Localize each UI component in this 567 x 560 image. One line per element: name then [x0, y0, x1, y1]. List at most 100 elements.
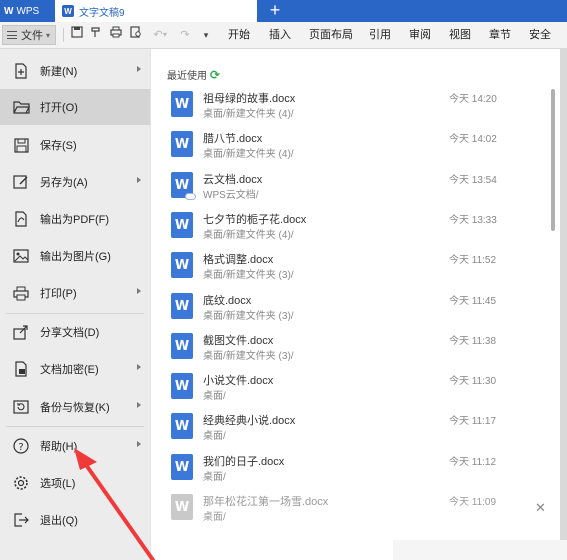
quick-toolbar: 文件 ▾ ↶ ▾ ↷ ▾ 开始 插入 页面布局 引用 审阅 视图 章节 安全 — [0, 22, 567, 49]
menu-item-options[interactable]: 选项(L) — [0, 465, 150, 501]
file-name: 七夕节的栀子花.docx — [203, 214, 307, 226]
export-pdf-icon — [12, 210, 30, 228]
file-path: 桌面/新建文件夹 (3)/ — [203, 311, 294, 322]
settings-icon — [12, 474, 30, 492]
close-icon[interactable]: ✕ — [535, 500, 546, 516]
file-modified-time: 今天 11:12 — [449, 457, 497, 468]
word-doc-icon: W — [62, 5, 74, 17]
file-modified-time: 今天 11:45 — [449, 296, 497, 307]
recent-file-row[interactable]: W 祖母绿的故事.docx 桌面/新建文件夹 (4)/ 今天 14:20 — [171, 89, 516, 129]
tab-security[interactable]: 安全 — [529, 22, 551, 49]
format-painter-icon[interactable] — [88, 26, 104, 44]
file-name: 那年松花江第一场雪.docx — [203, 496, 329, 508]
help-icon: ? — [12, 437, 30, 455]
tab-insert[interactable]: 插入 — [269, 22, 291, 49]
document-tab[interactable]: W 文字文稿9 — [55, 0, 257, 22]
chevron-right-icon — [137, 288, 141, 294]
word-doc-icon: W — [171, 172, 196, 200]
save-icon[interactable] — [69, 26, 85, 44]
customize-toolbar-icon[interactable]: ▾ — [198, 26, 214, 44]
print-icon[interactable] — [108, 26, 124, 44]
word-doc-icon: W — [171, 131, 193, 157]
recent-file-row[interactable]: W 那年松花江第一场雪.docx 桌面/今天 11:09 — [171, 492, 516, 532]
tab-sections[interactable]: 章节 — [489, 22, 511, 49]
file-modified-time: 今天 13:33 — [449, 215, 497, 226]
open-folder-icon — [12, 98, 30, 116]
chevron-right-icon — [137, 66, 141, 72]
document-area — [393, 540, 567, 560]
hamburger-icon — [7, 31, 17, 39]
save-as-icon — [12, 173, 30, 191]
file-modified-time: 今天 14:02 — [449, 134, 497, 145]
chevron-right-icon — [137, 402, 141, 408]
refresh-icon[interactable]: ⟳ — [210, 68, 220, 82]
file-path: 桌面/新建文件夹 (4)/ — [203, 109, 294, 120]
recent-file-row[interactable]: W 格式调整.docx 桌面/新建文件夹 (3)/ 今天 11:52 — [171, 250, 516, 290]
recent-file-row[interactable]: W 底纹.docx 桌面/新建文件夹 (3)/ 今天 11:45 — [171, 291, 516, 331]
menu-item-export-image[interactable]: 输出为图片(G) — [0, 238, 150, 274]
file-path: 桌面/ — [203, 472, 226, 483]
print-preview-icon[interactable] — [128, 26, 144, 44]
menu-item-new[interactable]: 新建(N) — [0, 53, 150, 89]
menu-item-share[interactable]: 分享文档(D) — [0, 314, 150, 350]
chevron-right-icon — [137, 177, 141, 183]
menu-item-label: 帮助(H) — [40, 441, 78, 453]
wps-home-tab[interactable]: W WPS — [0, 0, 55, 22]
recent-file-row[interactable]: W 截图文件.docx 桌面/新建文件夹 (3)/ 今天 11:38 — [171, 331, 516, 371]
recent-file-row[interactable]: W 腊八节.docx 桌面/新建文件夹 (4)/ 今天 14:02 — [171, 129, 516, 169]
file-menu-button[interactable]: 文件 ▾ — [2, 25, 56, 45]
tab-home[interactable]: 开始 — [228, 22, 250, 49]
cloud-icon — [185, 193, 196, 200]
tab-references[interactable]: 引用 — [369, 22, 391, 49]
recent-file-row[interactable]: W 我们的日子.docx 桌面/今天 11:12 — [171, 452, 516, 492]
toolbar-divider — [63, 28, 64, 42]
menu-item-save-as[interactable]: 另存为(A) — [0, 164, 150, 200]
scrollbar[interactable] — [551, 89, 555, 231]
menu-item-label: 输出为PDF(F) — [40, 214, 110, 226]
word-doc-icon: W — [171, 91, 193, 117]
wps-home-tab-label: WPS — [16, 5, 40, 17]
menu-item-save[interactable]: 保存(S) — [0, 127, 150, 163]
file-path: 桌面/新建文件夹 (4)/ — [203, 149, 294, 160]
file-path: 桌面/ — [203, 431, 226, 442]
file-name: 底纹.docx — [203, 295, 252, 307]
file-modified-time: 今天 11:30 — [449, 376, 497, 387]
file-path: 桌面/新建文件夹 (3)/ — [203, 351, 294, 362]
menu-item-exit[interactable]: 退出(Q) — [0, 502, 150, 538]
title-bar: W WPS W 文字文稿9 + — [0, 0, 567, 22]
menu-item-open[interactable]: 打开(O) — [0, 89, 150, 125]
recent-file-row[interactable]: W 七夕节的栀子花.docx 桌面/新建文件夹 (4)/ 今天 13:33 — [171, 210, 516, 250]
recent-file-row[interactable]: W 经典经典小说.docx 桌面/今天 11:17 — [171, 411, 516, 451]
document-tab-label: 文字文稿9 — [79, 7, 125, 19]
file-name: 经典经典小说.docx — [203, 415, 296, 427]
exit-icon — [12, 511, 30, 529]
menu-item-backup[interactable]: 备份与恢复(K) — [0, 389, 150, 425]
file-name: 我们的日子.docx — [203, 456, 285, 468]
chevron-right-icon — [137, 441, 141, 447]
tab-page-layout[interactable]: 页面布局 — [309, 22, 353, 49]
redo-icon[interactable]: ↷ — [177, 26, 193, 44]
menu-item-encrypt[interactable]: 文档加密(E) — [0, 351, 150, 387]
undo-dropdown-icon[interactable]: ▾ — [160, 26, 170, 44]
word-doc-icon: W — [171, 454, 193, 480]
menu-divider — [6, 426, 144, 427]
recent-file-row[interactable]: W 云文档.docx WPS云文档/今天 13:54 — [171, 170, 516, 210]
tab-view[interactable]: 视图 — [449, 22, 471, 49]
menu-item-help[interactable]: ? 帮助(H) — [0, 428, 150, 464]
word-doc-icon: W — [171, 373, 193, 399]
tab-review[interactable]: 审阅 — [409, 22, 431, 49]
menu-item-export-pdf[interactable]: 输出为PDF(F) — [0, 201, 150, 237]
file-modified-time: 今天 11:38 — [449, 336, 497, 347]
menu-item-print[interactable]: 打印(P) — [0, 275, 150, 311]
new-tab-button[interactable]: + — [264, 0, 286, 22]
export-image-icon — [12, 247, 30, 265]
file-path: 桌面/新建文件夹 (3)/ — [203, 270, 294, 281]
menu-item-label: 文档加密(E) — [40, 364, 99, 376]
chevron-down-icon: ▾ — [46, 30, 51, 40]
chevron-right-icon — [137, 364, 141, 370]
recent-file-row[interactable]: W 小说文件.docx 桌面/今天 11:30 — [171, 371, 516, 411]
file-path: 桌面/新建文件夹 (4)/ — [203, 230, 294, 241]
file-menu: 新建(N) 打开(O) 保存(S) 另存为(A) 输出为PDF(F) 输出为图片… — [0, 49, 150, 560]
word-doc-icon: W — [171, 252, 193, 278]
new-doc-icon — [12, 62, 30, 80]
